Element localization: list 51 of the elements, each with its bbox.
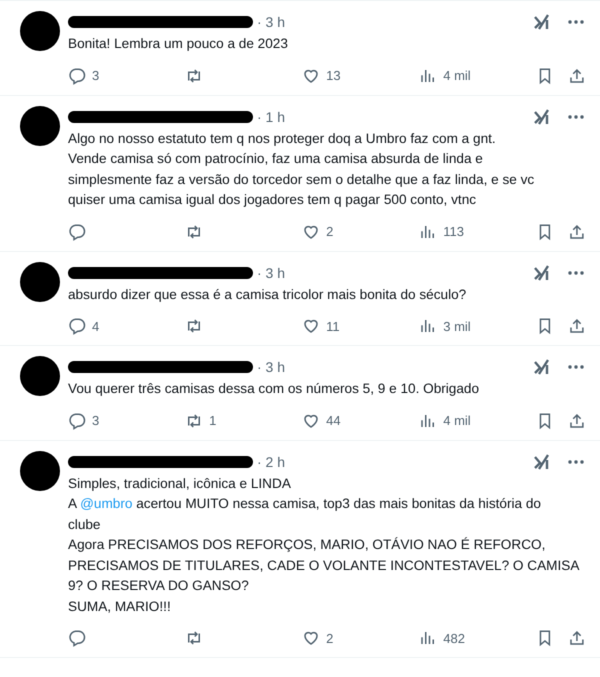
timestamp[interactable]: · 3 h (257, 264, 286, 280)
heart-icon[interactable] (302, 317, 320, 335)
reply-count: 4 (92, 318, 100, 334)
share-icon[interactable] (568, 66, 586, 84)
reply-count: 3 (92, 413, 100, 428)
reply-text: Vou querer três camisas dessa com os números 5, 9 e 10. Obrigado (68, 380, 480, 398)
reply-icon[interactable] (68, 66, 86, 84)
more-icon[interactable] (568, 460, 584, 464)
reply-text: Simples, tradicional, icônica e LINDA A @umbro acertou MUITO nessa camisa, top3 das mais bonitas da história do clube Agora PRECISAMOS DOS REFORÇOS, MARIO, OTÁVIO NAO É REFORCO, PRECISAMOS DE TITULARES, CADE O VOLANTE INCONTESTAVEL? O CAMISA 9? O RESERVA DO GANSO? SUMA, MARIO!!! (68, 474, 580, 616)
reply-icon[interactable] (68, 629, 86, 647)
timestamp[interactable]: · 1 h (257, 108, 286, 124)
more-icon[interactable] (568, 365, 584, 369)
views-count: 482 (443, 630, 465, 646)
more-icon[interactable] (568, 270, 584, 274)
timestamp[interactable]: · 3 h (257, 359, 286, 375)
avatar[interactable] (20, 356, 60, 396)
more-icon[interactable] (568, 114, 584, 118)
timestamp[interactable]: · 2 h (257, 454, 286, 470)
grok-icon[interactable] (532, 357, 552, 377)
avatar[interactable] (20, 106, 60, 146)
share-icon[interactable] (568, 222, 586, 240)
like-count: 11 (326, 318, 340, 334)
reply-icon[interactable] (68, 317, 86, 335)
avatar[interactable] (20, 11, 60, 51)
like-count: 13 (326, 68, 341, 83)
grok-icon[interactable] (532, 452, 552, 472)
like-count: 44 (326, 413, 341, 428)
reply-text: absurdo dizer que essa é a camisa tricolor mais bonita do século? (68, 286, 468, 304)
like-count: 2 (326, 630, 334, 646)
grok-icon[interactable] (532, 12, 552, 32)
grok-icon[interactable] (532, 262, 552, 282)
more-icon[interactable] (568, 20, 584, 24)
like-count: 2 (326, 224, 334, 239)
views-count: 3 mil (443, 318, 471, 334)
reply-text: Bonita! Lembra um pouco a de 2023 (68, 35, 289, 53)
share-icon[interactable] (568, 629, 586, 647)
avatar[interactable] (20, 262, 60, 302)
repost-count: 1 (209, 413, 216, 428)
reply-icon[interactable] (68, 222, 86, 240)
views-count: 4 mil (443, 413, 471, 428)
avatar[interactable] (20, 450, 60, 490)
grok-icon[interactable] (532, 106, 552, 126)
reply-text: Algo no nosso estatuto tem q nos proteger doq a Umbro faz com a gnt. Vende camisa só com patrocínio, faz uma camisa absurda de linda e simplesmente faz a versão do torcedor sem o detalhe que a faz linda, e se vc quiser uma camisa igual dos jogadores tem q pagar 500 conto, vtnc (68, 130, 536, 209)
reply-icon[interactable] (68, 412, 86, 430)
reply-count: 3 (92, 68, 100, 83)
views-count: 113 (443, 224, 464, 239)
heart-icon[interactable] (302, 629, 320, 647)
share-icon[interactable] (568, 317, 586, 335)
share-icon[interactable] (568, 412, 586, 430)
timestamp[interactable]: · 3 h (257, 14, 286, 30)
views-count: 4 mil (443, 68, 471, 83)
